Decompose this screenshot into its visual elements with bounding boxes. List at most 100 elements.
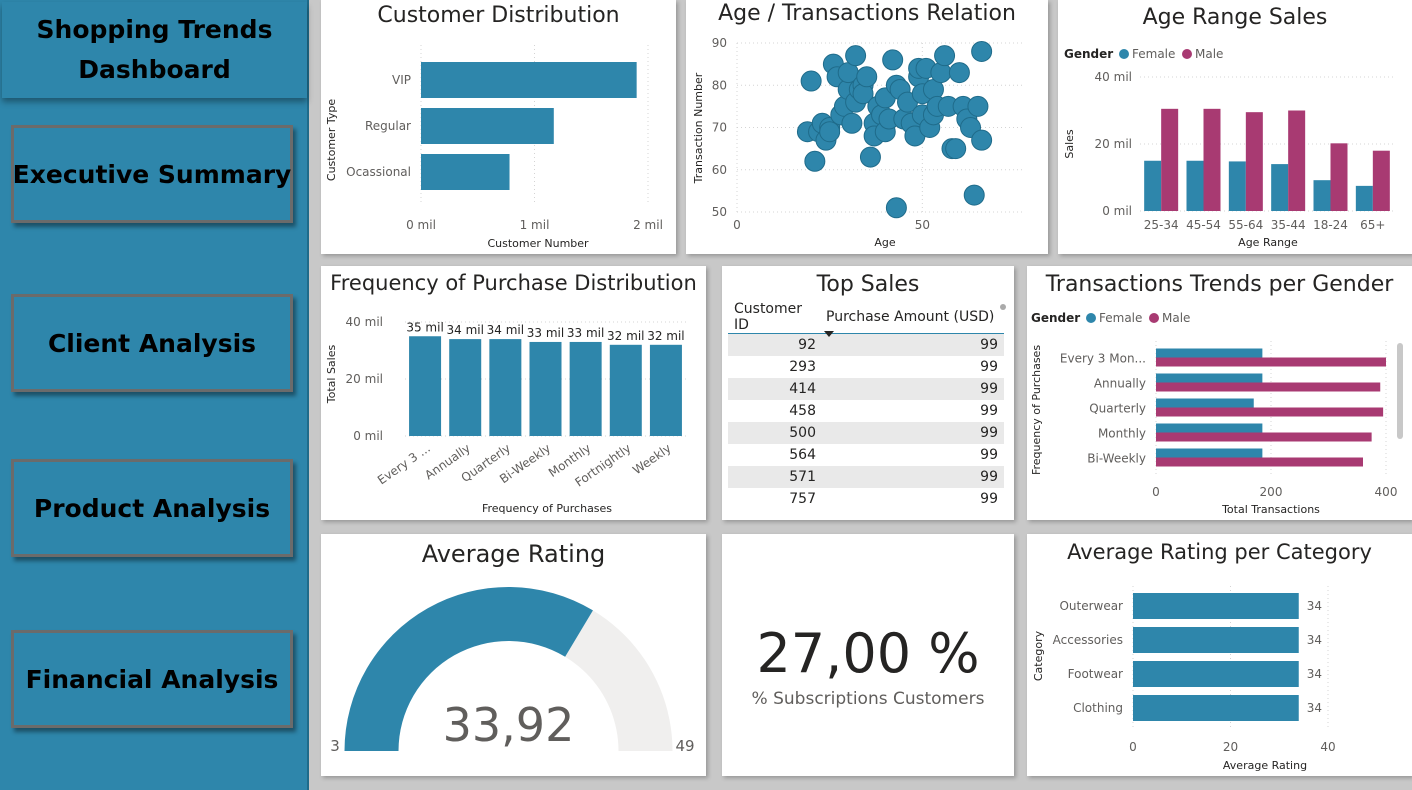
cell-customer-id: 458 (789, 403, 816, 419)
bar (449, 339, 482, 436)
nav-label: Product Analysis (33, 493, 271, 523)
bar (1186, 160, 1204, 211)
nav-financial-analysis-button[interactable]: Financial Analysis (11, 630, 293, 728)
scrollbar-thumb (1397, 343, 1403, 439)
cell-customer-id: 500 (789, 425, 816, 441)
column-header-customer-id[interactable]: Customer ID (728, 301, 820, 333)
bar (421, 154, 510, 190)
y-tick-label: 20 mil (1095, 137, 1132, 151)
legend-label: Female (1099, 311, 1142, 325)
x-tick-label: 40 (1320, 740, 1335, 754)
bar (569, 341, 602, 436)
nav-client-analysis-button[interactable]: Client Analysis (11, 294, 293, 392)
bar (1156, 432, 1372, 442)
table-row[interactable]: 458 99 (728, 400, 1004, 422)
y-tick-label: Bi-Weekly (1087, 452, 1146, 466)
card-title: Top Sales (816, 272, 920, 297)
x-tick-label: 18-24 (1313, 218, 1348, 232)
bar (529, 341, 562, 436)
transactions-gender-card[interactable]: Transactions Trends per Gender Gender Fem… (1027, 266, 1412, 520)
nav-label: Executive Summary (12, 159, 292, 189)
bar (1228, 161, 1246, 211)
top-sales-card[interactable]: Top Sales Customer ID Purchase Amount (U… (722, 266, 1014, 520)
nav-label: Client Analysis (47, 328, 257, 358)
cell-purchase-amount: 99 (980, 359, 998, 375)
frequency-purchase-card[interactable]: Frequency of Purchase Distribution 0 mil… (321, 266, 706, 520)
scatter-point (971, 129, 993, 151)
age-transactions-card[interactable]: Age / Transactions Relation 50 60 70 80 90 0 5… (686, 0, 1048, 254)
cell-customer-id: 92 (798, 337, 816, 353)
bar (1133, 627, 1299, 653)
cell-purchase-amount: 99 (980, 447, 998, 463)
table-row[interactable]: 92 99 (728, 334, 1004, 356)
x-tick-label: 45-54 (1186, 218, 1221, 232)
table-row[interactable]: 293 99 (728, 356, 1004, 378)
rating-category-card[interactable]: Average Rating per Category 0 20 40 Outerwe… (1027, 534, 1412, 776)
scatter-point (800, 70, 822, 92)
legend-marker (1149, 313, 1159, 323)
y-tick-label: 90 (712, 36, 727, 50)
data-label: 34 (1307, 599, 1322, 613)
table-row[interactable]: 757 99 (728, 488, 1004, 510)
y-tick-label: 20 mil (346, 372, 383, 386)
y-tick-label: Ocassional (346, 165, 411, 179)
table-row[interactable]: 500 99 (728, 422, 1004, 444)
cell-purchase-amount: 99 (980, 469, 998, 485)
x-axis-label: Age (874, 236, 896, 249)
x-tick-label: 0 (733, 218, 741, 232)
bar (421, 62, 637, 98)
y-tick-label: Accessories (1053, 633, 1123, 647)
table-header: Customer ID Purchase Amount (USD) (728, 300, 1004, 337)
legend-label: Male (1195, 47, 1223, 61)
data-label: 33 mil (527, 326, 564, 340)
cell-customer-id: 757 (789, 491, 816, 507)
bar (1330, 143, 1348, 211)
y-tick-label: Every 3 Mon... (1060, 352, 1146, 366)
y-axis-label: Transaction Number (692, 72, 705, 184)
y-tick-label: Clothing (1073, 701, 1123, 715)
y-tick-label: 40 mil (346, 315, 383, 329)
scrollbar-thumb[interactable] (1000, 304, 1006, 310)
bar (1156, 398, 1254, 408)
age-range-sales-chart: Gender Female Male 0 mil 20 mil 40 mil 25-34 45… (1063, 47, 1394, 249)
scatter-point (845, 45, 867, 67)
column-header-purchase-amount[interactable]: Purchase Amount (USD) (820, 309, 1004, 337)
cell-customer-id: 414 (789, 381, 816, 397)
y-tick-label: 70 (712, 121, 727, 135)
x-tick-label: 0 mil (406, 218, 436, 232)
top-sales-table: Customer ID Purchase Amount (USD) 92 99 29… (728, 300, 1004, 510)
scatter-point (934, 45, 956, 67)
cell-purchase-amount: 99 (980, 381, 998, 397)
y-axis-label: Category (1032, 630, 1045, 681)
y-tick-label: 40 mil (1095, 70, 1132, 84)
bar (1156, 382, 1381, 392)
sort-descending-icon (824, 330, 834, 337)
x-axis-label: Total Transactions (1221, 503, 1320, 516)
scatter-point (819, 121, 841, 143)
x-tick-label: 0 (1129, 740, 1137, 754)
subscriptions-card[interactable]: 27,00 % % Subscriptions Customers (722, 534, 1014, 776)
sidebar: Shopping Trends Dashboard Executive Summ… (0, 0, 309, 790)
scatter-point (971, 40, 993, 62)
table-row[interactable]: 414 99 (728, 378, 1004, 400)
dashboard-title: Shopping Trends Dashboard (36, 15, 273, 84)
table-row[interactable]: 564 99 (728, 444, 1004, 466)
nav-executive-summary-button[interactable]: Executive Summary (11, 125, 293, 223)
age-range-sales-card[interactable]: Age Range Sales Gender Female Male 0 mil 20 … (1058, 0, 1412, 254)
bar (1313, 180, 1331, 211)
y-tick-label: Regular (365, 119, 411, 133)
data-label: 34 (1307, 633, 1322, 647)
x-tick-label: 200 (1260, 485, 1283, 499)
gauge-max-label: 49 (675, 737, 694, 755)
nav-product-analysis-button[interactable]: Product Analysis (11, 459, 293, 557)
x-tick-label: 50 (915, 218, 930, 232)
cell-purchase-amount: 99 (980, 337, 998, 353)
average-rating-card[interactable]: Average Rating 33,92 3 49 (321, 534, 706, 776)
bar (1156, 457, 1363, 467)
customer-distribution-card[interactable]: Customer Distribution 0 mil 1 mil 2 mil VIP… (321, 0, 676, 254)
scatter-point (882, 49, 904, 71)
table-row[interactable]: 571 99 (728, 466, 1004, 488)
frequency-purchase-chart: 0 mil 20 mil 40 mil 35 mil Every 3 ... 34 mil… (325, 315, 686, 515)
scatter-point (885, 197, 907, 219)
y-tick-label: 50 (712, 205, 727, 219)
